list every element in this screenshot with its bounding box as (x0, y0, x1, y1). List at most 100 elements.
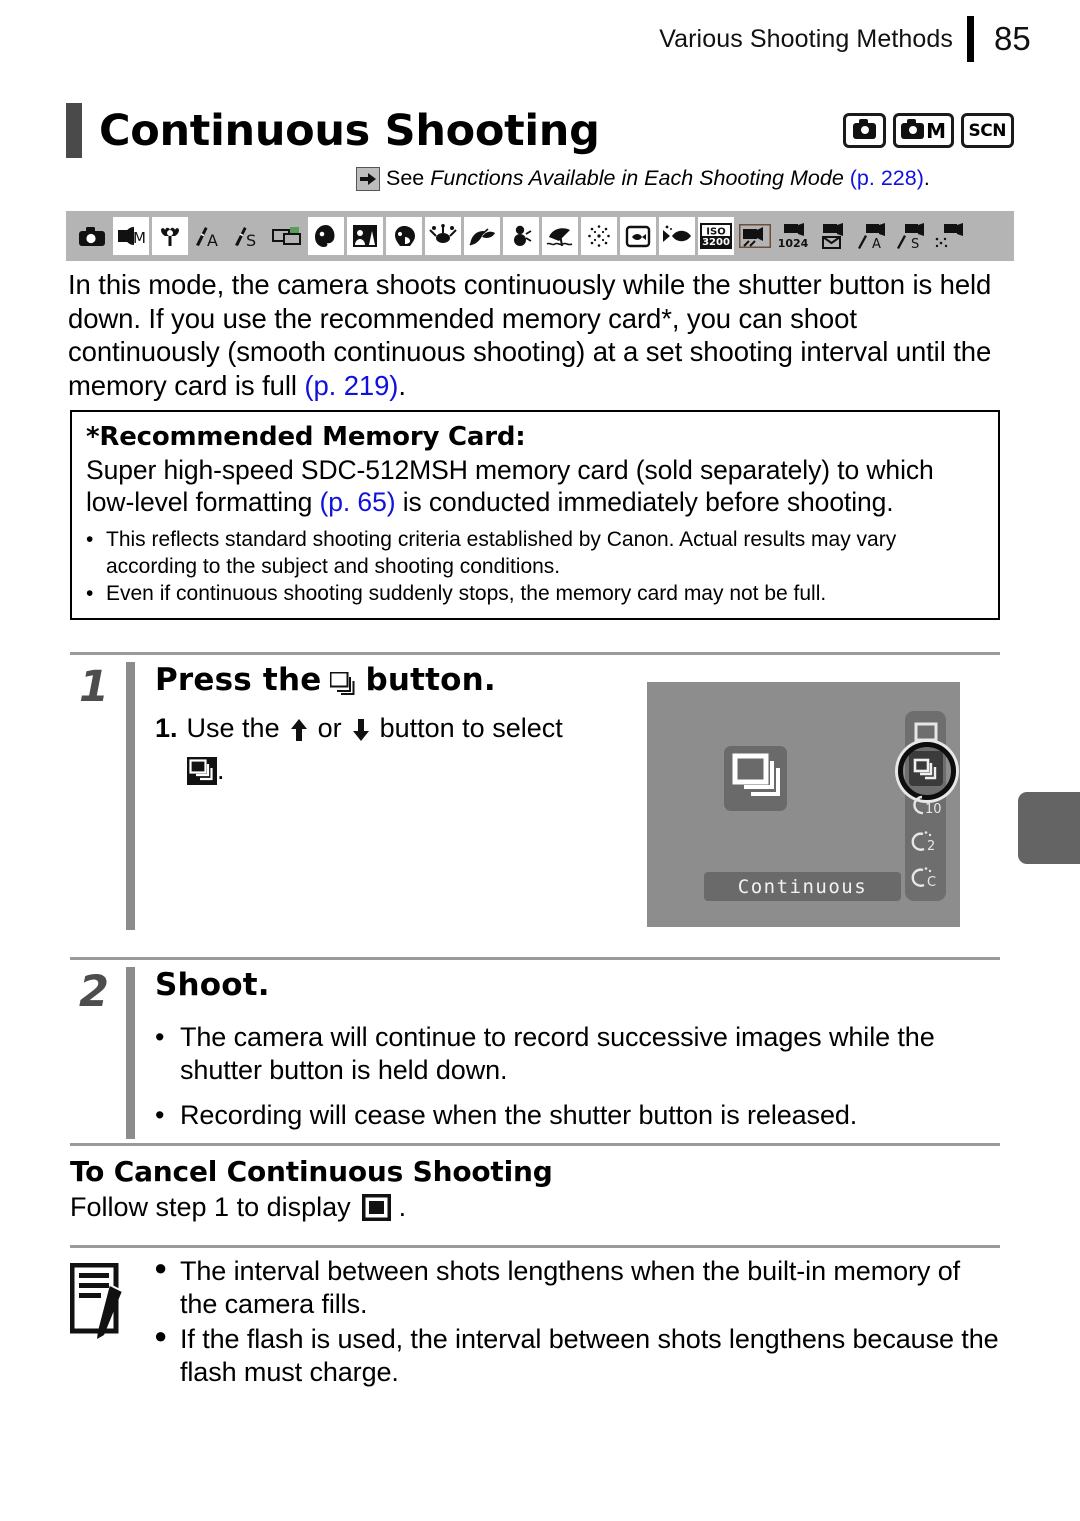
memory-card-heading: *Recommended Memory Card: (86, 422, 526, 452)
camera-icon (853, 118, 877, 139)
arrow-right-icon (356, 166, 380, 191)
intro-paragraph-text: In this mode, the camera shoots continuo… (68, 269, 992, 401)
list-item: • This reflects standard shooting criter… (86, 527, 984, 581)
see-also-suffix: . (923, 166, 930, 190)
beach-icon (542, 217, 578, 255)
list-item-text: Recording will cease when the shutter bu… (180, 1099, 858, 1130)
list-item-text: The camera will continue to record succe… (180, 1022, 935, 1085)
timer-2-icon[interactable]: 2 (909, 823, 943, 858)
svg-text:1024: 1024 (778, 237, 809, 249)
see-also-reference-title: Functions Available in Each Shooting Mod… (430, 166, 844, 190)
bullet-marker: • (86, 582, 94, 606)
step-1-substep-number: 1. (155, 713, 178, 743)
portrait-icon (308, 217, 344, 255)
step-1-divider (70, 652, 1000, 655)
step-1-rule (126, 662, 135, 930)
bullet-marker: • (86, 527, 94, 551)
note-section: ● The interval between shots lengthens w… (69, 1255, 1000, 1391)
drive-single-icon[interactable] (909, 715, 943, 750)
svg-text:10: 10 (925, 802, 941, 817)
intro-paragraph: In this mode, the camera shoots continuo… (68, 268, 1008, 402)
memory-card-page-link[interactable]: (p. 65) (320, 487, 396, 517)
svg-text:S: S (246, 231, 256, 248)
step-1-substep-text-1: Use the (186, 713, 280, 743)
movie-standard-icon (737, 217, 773, 255)
indoor-icon (425, 217, 461, 255)
cancel-section-body-text: Follow step 1 to display (70, 1192, 351, 1222)
list-item-text: The interval between shots lengthens whe… (180, 1256, 961, 1319)
up-arrow-icon (288, 717, 310, 741)
down-arrow-icon (350, 717, 372, 741)
list-item: • Recording will cease when the shutter … (155, 1099, 1000, 1132)
list-item: ● If the flash is used, the interval bet… (154, 1323, 1000, 1389)
intro-paragraph-end: . (398, 369, 406, 401)
lcd-mode-label: Continuous (704, 872, 901, 901)
underwater-icon (659, 217, 695, 255)
see-also-page-link[interactable]: (p. 228) (844, 166, 924, 190)
lcd-drive-mode-sidebar[interactable]: 10 2 C (897, 711, 956, 901)
digital-macro-icon (152, 217, 188, 255)
movie-shutter-icon: S (893, 217, 929, 255)
timer-10-icon[interactable]: 10 (909, 787, 943, 822)
see-also-prefix: See (386, 166, 431, 190)
step-1-body: Press the button. 1. Use the or button t… (155, 662, 563, 788)
bullet-marker: ● (154, 1322, 168, 1348)
list-item: • Even if continuous shooting suddenly s… (86, 581, 984, 608)
auto-icon (74, 217, 110, 255)
title-row: Continuous Shooting M SCN (66, 103, 1014, 158)
single-shot-icon (361, 1194, 391, 1221)
step-1: 1 Press the button. 1. Use the or button… (70, 662, 650, 932)
page-number: 85 (994, 20, 1031, 57)
manual-mode-badge-label: M (926, 118, 946, 143)
list-item: ● The interval between shots lengthens w… (154, 1255, 1000, 1321)
step-2-rule (126, 967, 135, 1139)
title-accent-bar (66, 103, 82, 158)
cancel-section-heading: To Cancel Continuous Shooting (70, 1155, 553, 1188)
svg-text:3200: 3200 (702, 237, 730, 248)
cancel-section-divider (70, 1143, 1000, 1146)
header-divider (967, 16, 974, 62)
svg-text:A: A (207, 231, 218, 248)
svg-text:A: A (872, 237, 881, 249)
memory-card-body: Super high-speed SDC-512MSH memory card … (86, 454, 984, 519)
step-2-divider (70, 957, 1000, 960)
snow-icon (503, 217, 539, 255)
lcd-continuous-icon (724, 746, 787, 811)
svg-text:M: M (133, 229, 146, 247)
intro-page-link[interactable]: (p. 219) (304, 370, 398, 401)
aquarium-icon (620, 217, 656, 255)
note-section-divider (70, 1245, 1000, 1248)
foliage-icon (464, 217, 500, 255)
auto-mode-badge (843, 113, 887, 148)
mode-icon-strip: M A S ISO 3200 1024 A S (66, 211, 1014, 261)
cancel-section-body-suffix: . (398, 1192, 407, 1222)
movie-mail-icon (815, 217, 851, 255)
step-1-substep-text-2: button to select (379, 713, 563, 743)
svg-text:S: S (911, 237, 919, 249)
step-1-title: Press the button. (155, 662, 563, 698)
manual-icon: M (113, 217, 149, 255)
iso-3200-icon: ISO 3200 (698, 217, 734, 255)
timer-custom-icon[interactable]: C (909, 859, 943, 894)
scene-mode-badge: SCN (960, 113, 1014, 148)
step-1-number: 1 (79, 662, 109, 712)
list-item: • The camera will continue to record suc… (155, 1021, 1000, 1087)
fireworks-icon (581, 217, 617, 255)
step-1-title-suffix: button. (365, 662, 496, 698)
svg-text:C: C (927, 875, 936, 889)
step-2-title: Shoot. (155, 967, 270, 1003)
bullet-marker: • (155, 1022, 165, 1052)
step-1-substep-icon-line: . (155, 754, 563, 788)
camera-lcd-screenshot: 10 2 C Continuous (647, 682, 960, 927)
camera-icon (901, 118, 925, 139)
shutter-priority-icon: S (230, 217, 266, 255)
step-1-title-prefix: Press the (155, 662, 322, 698)
step-1-substep-or: or (317, 713, 342, 743)
movie-compact-icon: 1024 (776, 217, 812, 255)
aperture-priority-icon: A (191, 217, 227, 255)
page-edge-tab (1018, 792, 1080, 864)
manual-mode-badge: M (893, 113, 954, 148)
svg-text:2: 2 (927, 839, 935, 853)
movie-aperture-icon: A (854, 217, 890, 255)
drive-continuous-icon[interactable] (897, 742, 956, 800)
